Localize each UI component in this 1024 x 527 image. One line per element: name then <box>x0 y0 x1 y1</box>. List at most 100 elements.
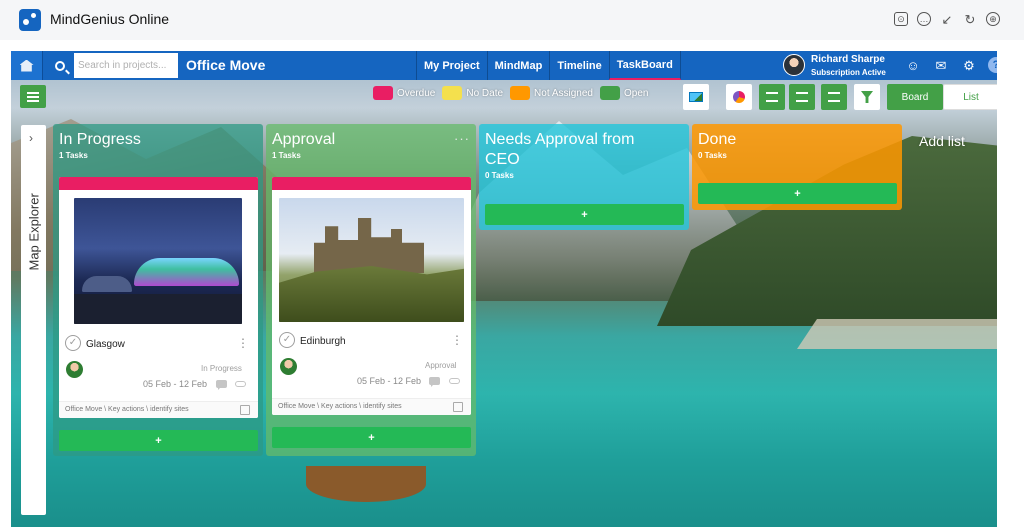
card-path: Office Move \ Key actions \ identify sit… <box>65 406 189 413</box>
user-avatar[interactable] <box>783 54 805 76</box>
search-button[interactable] <box>47 51 73 80</box>
list-title: In Progress <box>59 131 141 148</box>
list-needs-approval-ceo: Needs Approval from CEO 0 Tasks + <box>479 124 689 230</box>
list-title: Done <box>698 131 737 148</box>
map-explorer-label: Map Explorer <box>26 193 42 271</box>
map-explorer-panel[interactable]: › Map Explorer <box>21 125 46 515</box>
search-input[interactable] <box>74 53 178 78</box>
image-detail <box>82 276 132 292</box>
card-image-glasgow <box>74 198 242 324</box>
image-detail <box>134 258 239 286</box>
message-icon[interactable]: ✉ <box>932 56 950 74</box>
card-details-icon <box>766 92 778 102</box>
assignee-avatar[interactable] <box>66 361 83 378</box>
card-status: In Progress <box>201 364 242 373</box>
user-name: Richard Sharpe <box>811 54 885 65</box>
background-boat <box>306 466 426 502</box>
add-card-button[interactable]: + <box>59 430 258 451</box>
search-icon <box>55 60 65 71</box>
task-card-glasgow[interactable]: ✓ Glasgow ⋮ In Progress 05 Feb - 12 Feb … <box>59 177 258 418</box>
list-done: Done 0 Tasks + <box>692 124 902 210</box>
nav-actions: ☺ ✉ ⚙ ? <box>904 56 997 74</box>
card-menu-icon[interactable]: ⋮ <box>237 337 249 349</box>
subscription-status: Subscription Active <box>811 68 886 77</box>
tab-timeline[interactable]: Timeline <box>549 51 608 80</box>
legend-label-not-assigned: Not Assigned <box>534 87 593 99</box>
list-task-count: 0 Tasks <box>485 171 514 180</box>
app-title: MindGenius Online <box>50 11 170 27</box>
image-detail <box>74 294 242 324</box>
legend-swatch-open <box>599 86 620 100</box>
globe-icon[interactable]: ⊕ <box>986 12 1000 26</box>
open-external-icon[interactable] <box>240 405 250 415</box>
card-dates: 05 Feb - 12 Feb <box>143 379 208 389</box>
home-button[interactable] <box>11 51 43 80</box>
add-list-button[interactable]: Add list <box>919 133 965 149</box>
card-name: Glasgow <box>86 339 125 350</box>
complete-check-icon[interactable]: ✓ <box>65 335 81 351</box>
legend-swatch-overdue <box>373 86 393 100</box>
list-task-count: 0 Tasks <box>698 151 727 160</box>
background-shore <box>797 319 997 349</box>
help-icon[interactable]: ? <box>988 57 997 73</box>
legend-label-overdue: Overdue <box>397 87 436 99</box>
screenshot-icon[interactable]: ⊙ <box>894 12 908 26</box>
list-view-button[interactable]: List <box>943 84 997 110</box>
swimlane-icon <box>796 92 808 102</box>
card-path: Office Move \ Key actions \ identify sit… <box>278 403 402 410</box>
filter-button[interactable] <box>854 84 880 110</box>
comment-icon[interactable] <box>216 380 227 390</box>
card-status-strip <box>59 177 258 190</box>
mindgenius-logo-icon <box>19 9 41 31</box>
image-detail <box>314 218 424 273</box>
add-card-button[interactable]: + <box>698 183 897 204</box>
complete-check-icon[interactable]: ✓ <box>279 332 295 348</box>
app-frame: Office Move My Project MindMap Timeline … <box>11 51 997 527</box>
card-name: Edinburgh <box>300 336 346 347</box>
list-approval: Approval 1 Tasks ··· ✓ Edinburgh ⋮ Appro… <box>266 124 476 456</box>
minimize-icon[interactable]: ↙ <box>940 12 954 26</box>
user-settings-icon[interactable]: ☺ <box>904 56 922 74</box>
menu-list-icon <box>27 91 39 102</box>
card-status-strip <box>272 177 471 190</box>
swimlane-button[interactable] <box>789 84 815 110</box>
card-footer: Office Move \ Key actions \ identify sit… <box>59 401 258 418</box>
chart-button[interactable] <box>726 84 752 110</box>
comment-icon[interactable] <box>429 377 440 387</box>
task-card-edinburgh[interactable]: ✓ Edinburgh ⋮ Approval 05 Feb - 12 Feb O… <box>272 177 471 415</box>
tab-my-project[interactable]: My Project <box>416 51 487 80</box>
list-title: Needs Approval from CEO <box>485 131 635 168</box>
chat-icon[interactable]: … <box>917 12 931 26</box>
status-legend: Overdue No Date Not Assigned Open <box>373 86 651 100</box>
legend-label-open: Open <box>623 87 649 99</box>
board-view-button[interactable]: Board <box>887 84 943 110</box>
legend-swatch-not-assigned <box>510 86 531 100</box>
list-title: Approval <box>272 131 336 148</box>
list-in-progress: In Progress 1 Tasks ✓ Glasgow ⋮ In Progr… <box>53 124 263 456</box>
view-tabs: My Project MindMap Timeline TaskBoard <box>416 51 681 80</box>
list-menu-icon[interactable]: ··· <box>454 131 470 146</box>
card-footer: Office Move \ Key actions \ identify sit… <box>272 398 471 415</box>
legend-swatch-no-date <box>442 86 463 100</box>
background-image-button[interactable] <box>683 84 709 110</box>
tab-taskboard[interactable]: TaskBoard <box>608 51 681 80</box>
window-titlebar: MindGenius Online ⊙ … ↙ ↻ ⊕ <box>0 0 1024 40</box>
link-icon[interactable] <box>449 378 460 384</box>
list-task-count: 1 Tasks <box>272 151 301 160</box>
open-external-icon[interactable] <box>453 402 463 412</box>
add-card-button[interactable]: + <box>485 204 684 225</box>
refresh-icon[interactable]: ↻ <box>963 12 977 26</box>
layout-rows-icon <box>828 92 840 102</box>
card-menu-icon[interactable]: ⋮ <box>451 334 463 346</box>
tab-mindmap[interactable]: MindMap <box>486 51 550 80</box>
layout-button[interactable] <box>821 84 847 110</box>
assignee-avatar[interactable] <box>280 358 297 375</box>
link-icon[interactable] <box>235 381 246 387</box>
filter-funnel-icon <box>861 91 873 103</box>
settings-gear-icon[interactable]: ⚙ <box>960 56 978 74</box>
card-details-button[interactable] <box>759 84 785 110</box>
add-card-button[interactable]: + <box>272 427 471 448</box>
chevron-right-icon[interactable]: › <box>29 131 33 145</box>
top-nav: Office Move My Project MindMap Timeline … <box>11 51 997 80</box>
board-menu-button[interactable] <box>20 85 46 108</box>
